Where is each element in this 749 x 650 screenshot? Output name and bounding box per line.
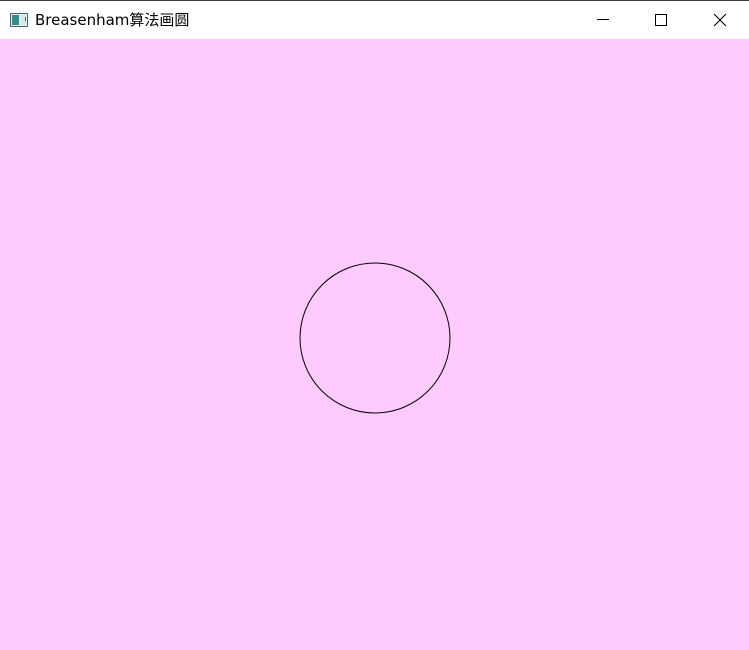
drawing-area xyxy=(0,39,749,650)
maximize-button[interactable] xyxy=(632,1,690,39)
minimize-button[interactable] xyxy=(574,1,632,39)
maximize-icon xyxy=(655,14,667,26)
bresenham-circle xyxy=(299,262,451,414)
close-button[interactable] xyxy=(691,1,749,39)
app-window: Breasenham算法画圆 xyxy=(0,0,749,650)
title-bar[interactable]: Breasenham算法画圆 xyxy=(0,1,749,39)
minimize-icon xyxy=(597,19,609,20)
window-app-icon[interactable] xyxy=(10,12,28,27)
drawing-canvas xyxy=(299,262,451,414)
close-icon xyxy=(713,13,727,27)
window-title: Breasenham算法画圆 xyxy=(35,11,190,29)
